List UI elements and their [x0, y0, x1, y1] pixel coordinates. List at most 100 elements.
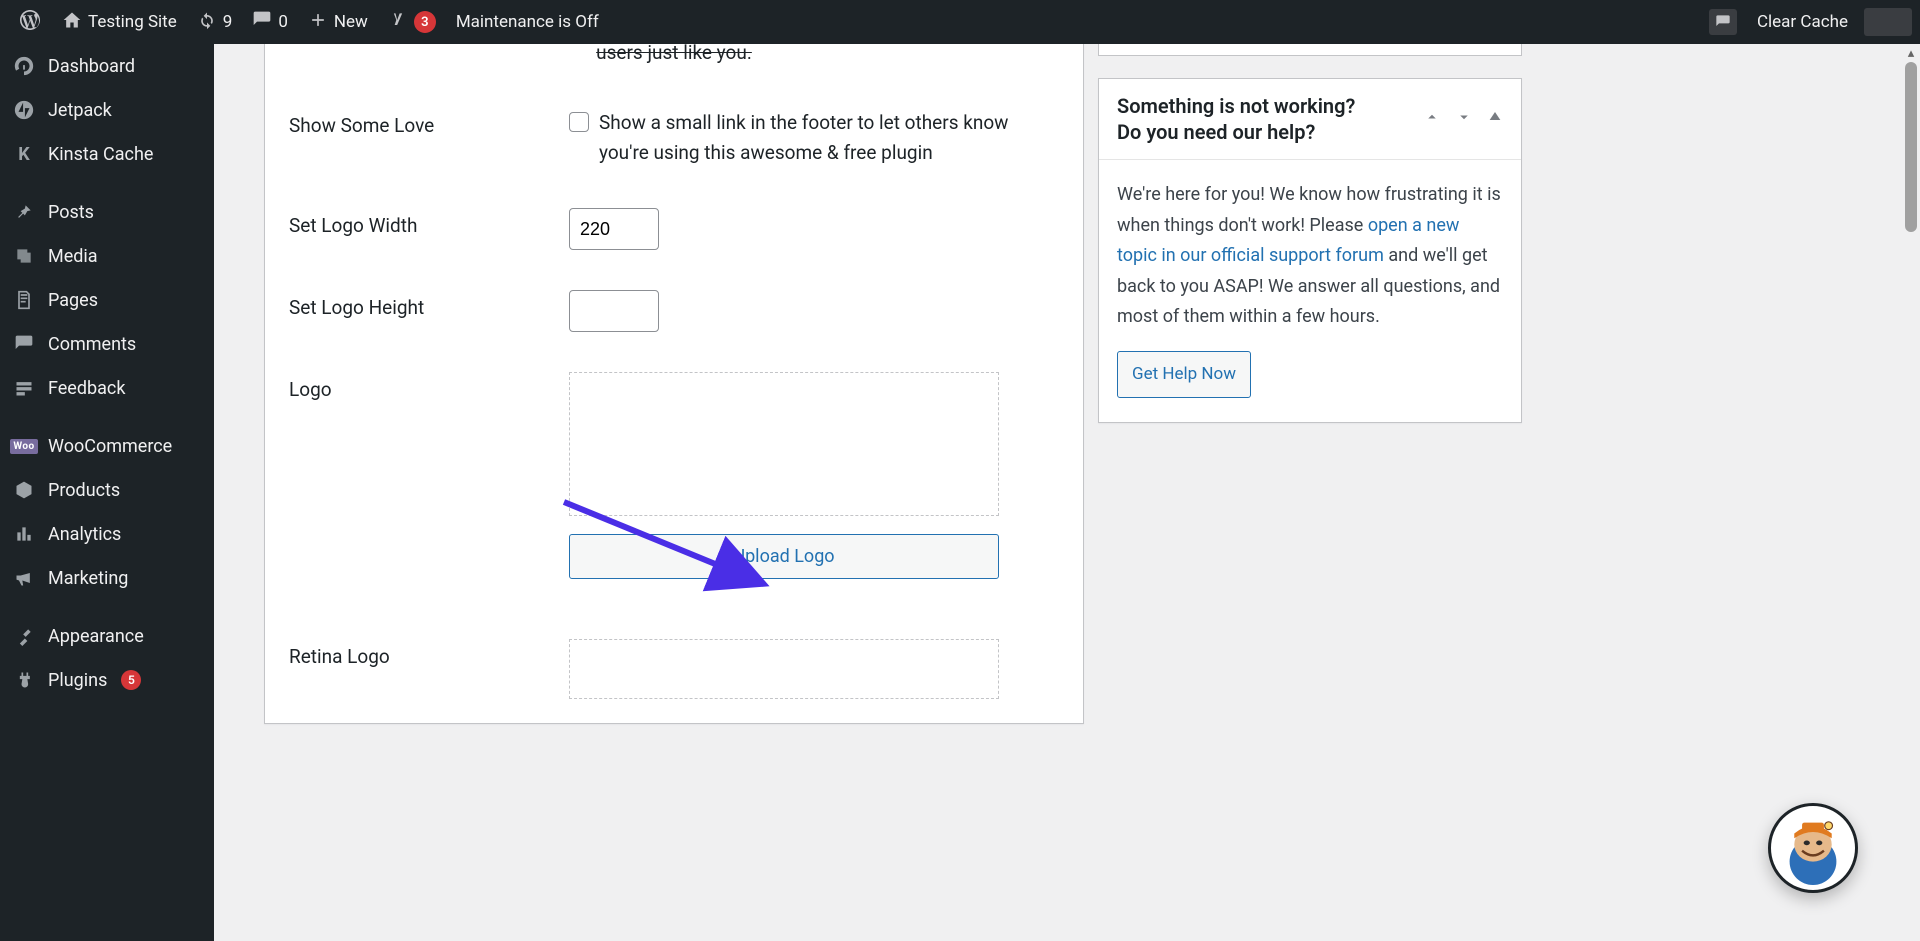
sidebar-label: Media	[48, 246, 98, 267]
sidebar-label: Products	[48, 480, 120, 501]
clear-cache-item[interactable]: Clear Cache	[1747, 0, 1858, 44]
notifications-item[interactable]	[1699, 0, 1747, 44]
analytics-icon	[12, 522, 36, 546]
sidebar-label: Appearance	[48, 626, 144, 647]
pages-icon	[12, 288, 36, 312]
sidebar-item-woocommerce[interactable]: Woo WooCommerce	[0, 424, 214, 468]
dashboard-icon	[12, 54, 36, 78]
jetpack-icon	[12, 98, 36, 122]
updates-item[interactable]: 9	[187, 0, 243, 44]
comments-item[interactable]: 0	[242, 0, 298, 44]
comment-icon	[12, 332, 36, 356]
sidebar-label: Pages	[48, 290, 98, 311]
sidebar-item-plugins[interactable]: Plugins 5	[0, 658, 214, 702]
show-love-label: Show Some Love	[289, 108, 569, 137]
row-upload-logo: Upload Logo	[265, 526, 1083, 599]
scrollbar-track[interactable]: ▴	[1902, 44, 1920, 941]
logo-width-input[interactable]	[569, 208, 659, 250]
feedback-icon	[12, 376, 36, 400]
previous-panel-bottom-edge	[1098, 44, 1522, 56]
sidebar-label: WooCommerce	[48, 436, 172, 457]
media-icon	[12, 244, 36, 268]
pin-icon	[12, 200, 36, 224]
chevron-down-icon[interactable]	[1455, 108, 1473, 130]
sidebar-item-feedback[interactable]: Feedback	[0, 366, 214, 410]
help-panel: Something is not working? Do you need ou…	[1098, 78, 1522, 423]
sidebar-item-dashboard[interactable]: Dashboard	[0, 44, 214, 88]
new-item[interactable]: New	[298, 0, 378, 44]
comment-icon	[252, 10, 272, 35]
logo-width-label: Set Logo Width	[289, 208, 569, 237]
upload-logo-label: Upload Logo	[733, 546, 834, 567]
sidebar-item-marketing[interactable]: Marketing	[0, 556, 214, 600]
sidebar-item-pages[interactable]: Pages	[0, 278, 214, 322]
sidebar-label: Kinsta Cache	[48, 144, 153, 165]
admin-bar: Testing Site 9 0 New 3 Maintenance is Of…	[0, 0, 1920, 44]
retina-logo-preview-box	[569, 639, 999, 699]
scrollbar-up-arrow[interactable]: ▴	[1902, 44, 1920, 62]
upload-spacer	[289, 534, 569, 540]
show-love-field: Show a small link in the footer to let o…	[569, 108, 1059, 169]
appearance-icon	[12, 624, 36, 648]
sidebar-label: Posts	[48, 202, 94, 223]
plugins-icon	[12, 668, 36, 692]
help-panel-title: Something is not working? Do you need ou…	[1117, 93, 1355, 145]
wp-logo[interactable]	[8, 0, 52, 44]
sidebar-item-posts[interactable]: Posts	[0, 190, 214, 234]
help-panel-controls	[1423, 108, 1503, 130]
admin-sidebar: Dashboard Jetpack K Kinsta Cache Posts M…	[0, 44, 214, 941]
sidebar-item-comments[interactable]: Comments	[0, 322, 214, 366]
row-logo: Logo	[265, 352, 1083, 526]
help-panel-header: Something is not working? Do you need ou…	[1099, 79, 1521, 160]
yoast-icon	[388, 10, 408, 35]
logo-height-label: Set Logo Height	[289, 290, 569, 319]
get-help-label: Get Help Now	[1132, 364, 1236, 384]
partial-text: users just like you.	[289, 44, 1059, 68]
woocommerce-icon: Woo	[12, 434, 36, 458]
support-chat-bubble[interactable]	[1768, 803, 1858, 893]
plus-icon	[308, 10, 328, 35]
row-logo-width: Set Logo Width	[265, 188, 1083, 270]
show-love-checkbox[interactable]	[569, 112, 589, 132]
mascot-icon	[1774, 807, 1852, 889]
site-title-label: Testing Site	[88, 12, 177, 32]
logo-label: Logo	[289, 372, 569, 401]
row-show-love: Show Some Love Show a small link in the …	[265, 68, 1083, 189]
sidebar-label: Feedback	[48, 378, 125, 399]
sidebar-item-appearance[interactable]: Appearance	[0, 614, 214, 658]
home-icon	[62, 10, 82, 35]
seo-item[interactable]: 3	[378, 0, 446, 44]
seo-badge: 3	[414, 11, 436, 33]
updates-count: 9	[223, 12, 233, 32]
maintenance-label: Maintenance is Off	[456, 12, 599, 32]
adminbar-trailing-block[interactable]	[1864, 8, 1912, 36]
sidebar-label: Analytics	[48, 524, 121, 545]
sidebar-item-jetpack[interactable]: Jetpack	[0, 88, 214, 132]
row-retina-logo: Retina Logo	[265, 599, 1083, 699]
products-icon	[12, 478, 36, 502]
toggle-up-icon[interactable]	[1487, 108, 1503, 130]
site-title-item[interactable]: Testing Site	[52, 0, 187, 44]
kinsta-icon: K	[12, 142, 36, 166]
chevron-up-icon[interactable]	[1423, 108, 1441, 130]
sidebar-label: Jetpack	[48, 100, 112, 121]
help-title-line1: Something is not working?	[1117, 93, 1355, 119]
plugins-count-badge: 5	[121, 670, 141, 690]
logo-height-input[interactable]	[569, 290, 659, 332]
logo-preview-box	[569, 372, 999, 516]
sidebar-item-media[interactable]: Media	[0, 234, 214, 278]
sidebar-label: Marketing	[48, 568, 128, 589]
content-wrap: users just like you. Show Some Love Show…	[214, 44, 1920, 941]
scrollbar-thumb[interactable]	[1905, 62, 1917, 232]
sidebar-item-analytics[interactable]: Analytics	[0, 512, 214, 556]
sidebar-item-kinsta[interactable]: K Kinsta Cache	[0, 132, 214, 176]
update-icon	[197, 10, 217, 35]
upload-logo-button[interactable]: Upload Logo	[569, 534, 999, 579]
retina-logo-label: Retina Logo	[289, 639, 569, 668]
comments-count: 0	[278, 12, 288, 32]
sidebar-label: Dashboard	[48, 56, 135, 77]
maintenance-item[interactable]: Maintenance is Off	[446, 0, 609, 44]
get-help-button[interactable]: Get Help Now	[1117, 351, 1251, 398]
clear-cache-label: Clear Cache	[1757, 12, 1848, 32]
sidebar-item-products[interactable]: Products	[0, 468, 214, 512]
